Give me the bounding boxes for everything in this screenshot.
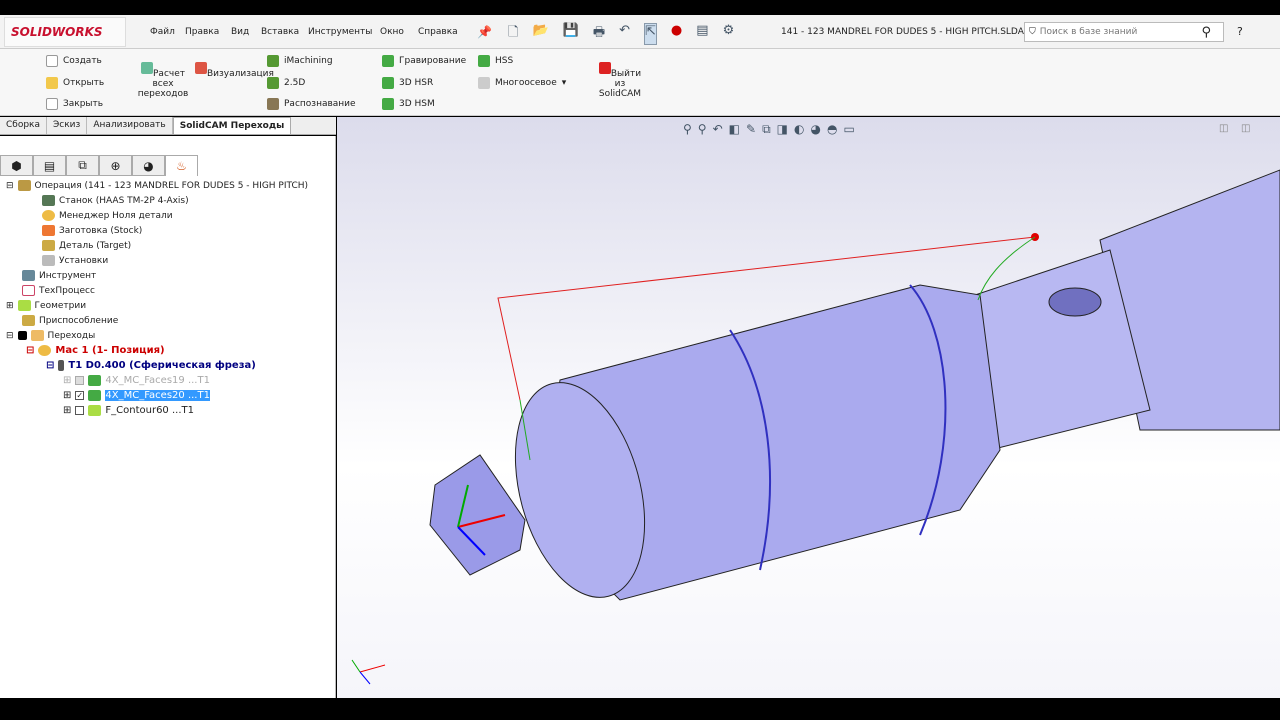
tree-item-mac1[interactable]: ⊟ Мас 1 (1- Позиция) [26, 345, 165, 356]
panel-tabs: ⬢ ▤ ⧉ ⊕ ◕ ♨ [0, 155, 198, 176]
tree-item-operations[interactable]: ⊟ Переходы [6, 330, 95, 341]
tree-item-op-faces20[interactable]: ⊞ ✓ 4X_MC_Faces20 ...T1 [63, 390, 210, 401]
tree-item-tool-t1[interactable]: ⊟ T1 D0.400 (Сферическая фреза) [46, 360, 256, 371]
recognition-button[interactable]: Распознавание [267, 98, 356, 110]
close-button[interactable]: Закрыть [46, 98, 103, 110]
hss-button[interactable]: HSS [478, 55, 513, 67]
options-gear-icon[interactable]: ⚙ [723, 23, 735, 45]
hide-show-icon[interactable]: ◐ [794, 122, 804, 137]
solidworks-logo[interactable]: SOLIDWORKS [4, 17, 126, 47]
exit-solidcam-button[interactable]: Выйти из SolidCAM [596, 62, 644, 99]
calculator-icon [141, 62, 153, 74]
open-button[interactable]: Открыть [46, 77, 104, 89]
menu-edit[interactable]: Правка [185, 27, 219, 37]
menu-view[interactable]: Вид [231, 27, 249, 37]
tree-item-machine[interactable]: Станок (HAAS TM-2P 4-Axis) [42, 195, 189, 206]
new-icon[interactable]: 🗋 [508, 23, 518, 45]
apply-scene-icon[interactable]: ◓ [827, 122, 837, 137]
display-manager-tab-icon[interactable]: ◕ [132, 155, 165, 176]
create-button[interactable]: Создать [46, 55, 102, 67]
select-icon[interactable]: ⇱ [644, 23, 657, 45]
heads-up-view-toolbar: ⚲ ⚲ ↶ ◧ ✎ ⧉ ◨ ◐ ◕ ◓ ▭ [683, 122, 855, 137]
view-orientation-icon[interactable]: ⧉ [762, 122, 771, 137]
panel-expand-right-icon[interactable]: ◫ [1241, 123, 1250, 134]
dimxpert-tab-icon[interactable]: ⊕ [99, 155, 132, 176]
tree-item-stock[interactable]: Заготовка (Stock) [42, 225, 142, 236]
pin-icon[interactable]: 📌 [477, 25, 492, 39]
dynamic-annotation-icon[interactable]: ✎ [746, 122, 756, 137]
visualization-icon [195, 62, 207, 74]
menu-help[interactable]: Справка [418, 27, 458, 37]
panel-expand-left-icon[interactable]: ◫ [1219, 123, 1228, 134]
menu-tools[interactable]: Инструменты [308, 27, 372, 37]
knowledge-icon: ⛉ [1029, 27, 1036, 37]
tree-item-process[interactable]: ТехПроцесс [22, 285, 95, 296]
checkbox-checked[interactable]: ✓ [75, 391, 85, 400]
2-5d-button[interactable]: 2.5D [267, 77, 305, 89]
visualization-button[interactable]: Визуализация [195, 62, 274, 79]
tab-assembly[interactable]: Сборка [0, 117, 48, 134]
search-input[interactable]: Поиск в базе знаний [1040, 27, 1138, 37]
document-title: 141 - 123 MANDREL FOR DUDES 5 - HIGH PIT… [781, 27, 1033, 37]
tree-item-op-faces19[interactable]: ⊞ 4X_MC_Faces19 ...T1 [63, 375, 210, 386]
checkbox[interactable] [75, 406, 85, 415]
previous-view-icon[interactable]: ↶ [713, 122, 723, 137]
multiaxis-button[interactable]: Многоосевое ▾ [478, 77, 566, 89]
tree-item-operation[interactable]: ⊟ Операция (141 - 123 MANDREL FOR DUDES 5… [6, 180, 308, 191]
3d-hsr-button[interactable]: 3D HSR [382, 77, 433, 89]
engraving-button[interactable]: Гравирование [382, 55, 466, 67]
undo-icon[interactable]: ↶ [619, 23, 630, 45]
open-icon[interactable]: 📂 [532, 23, 548, 45]
tree-item-op-contour60[interactable]: ⊞ F_Contour60 ...T1 [63, 405, 194, 416]
display-style-icon[interactable]: ◨ [777, 122, 788, 137]
save-icon[interactable]: 💾 [563, 23, 579, 45]
imachining-button[interactable]: iMachining [267, 55, 333, 67]
graphics-viewport[interactable] [337, 117, 1280, 698]
print-icon[interactable]: 🖶 [593, 23, 605, 45]
exit-icon [598, 62, 611, 74]
tree-item-target[interactable]: Деталь (Target) [42, 240, 131, 251]
help-button[interactable]: ? [1237, 25, 1243, 38]
zoom-to-fit-icon[interactable]: ⚲ [683, 122, 692, 137]
command-manager-tabs: Сборка Эскиз Анализировать SolidCAM Пере… [0, 117, 336, 135]
zoom-area-icon[interactable]: ⚲ [698, 122, 707, 137]
search-icon[interactable]: ⚲ [1201, 25, 1211, 40]
rebuild-icon[interactable]: ● [671, 23, 682, 45]
tree-item-fixture[interactable]: Приспособление [22, 315, 118, 326]
tab-solidcam-operations[interactable]: SolidCAM Переходы [172, 117, 292, 134]
tab-evaluate[interactable]: Анализировать [87, 117, 173, 134]
file-properties-icon[interactable]: ▤ [696, 23, 708, 45]
configuration-tab-icon[interactable]: ⧉ [66, 155, 99, 176]
tab-sketch[interactable]: Эскиз [47, 117, 88, 134]
triad-icon [351, 659, 386, 685]
section-view-icon[interactable]: ◧ [729, 122, 740, 137]
quick-access-toolbar: 🗋 📂 💾 🖶 ↶ ⇱ ● ▤ ⚙ [508, 23, 734, 45]
tree-item-geometries[interactable]: ⊞ Геометрии [6, 300, 86, 311]
mandrel-model [351, 169, 1280, 685]
menu-insert[interactable]: Вставка [261, 27, 299, 37]
search-box[interactable]: ⛉ Поиск в базе знаний ⚲ [1024, 22, 1224, 42]
tree-item-settings[interactable]: Установки [42, 255, 108, 266]
solidcam-manager-tab-icon[interactable]: ♨ [165, 155, 198, 176]
feature-tree-tab-icon[interactable]: ⬢ [0, 155, 33, 176]
3d-hsm-button[interactable]: 3D HSM [382, 98, 435, 110]
tree-item-tool[interactable]: Инструмент [22, 270, 96, 281]
property-manager-tab-icon[interactable]: ▤ [33, 155, 66, 176]
calculate-all-button[interactable]: Расчет всех переходов [137, 62, 189, 99]
checkbox[interactable] [75, 376, 85, 385]
edit-appearance-icon[interactable]: ◕ [810, 122, 820, 137]
menu-window[interactable]: Окно [380, 27, 404, 37]
menu-file[interactable]: Файл [150, 27, 175, 37]
tree-item-coordinate-manager[interactable]: Менеджер Ноля детали [42, 210, 173, 221]
view-settings-icon[interactable]: ▭ [843, 122, 854, 137]
